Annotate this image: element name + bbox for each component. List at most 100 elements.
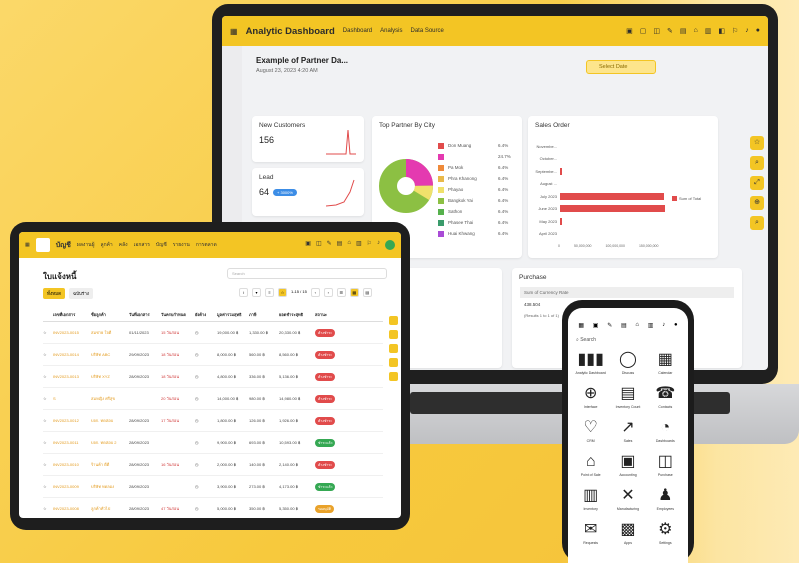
expand-icon[interactable]: ⤢	[750, 176, 764, 190]
table-row[interactable]: ☆ INV2023-0013 บริษัท XYZ 28/09/2023 18 วันก…	[43, 366, 383, 388]
toolbar-icon[interactable]: ▤	[621, 322, 627, 329]
toolbar-icon[interactable]: ◫	[316, 240, 322, 250]
search-icon: ⌕	[576, 337, 579, 343]
apps-grid-icon[interactable]: ▦	[578, 322, 584, 329]
nav-item[interactable]: ผลงานผู้	[77, 241, 95, 249]
kpi-card-new-customers[interactable]: New Customers 156	[252, 116, 364, 162]
app-tile[interactable]: ☎ Contacts	[647, 385, 684, 409]
bell-icon[interactable]: ♪	[745, 27, 749, 35]
kanban-view-icon[interactable]: ▦	[349, 288, 359, 297]
filter-icon[interactable]: ▾	[252, 288, 261, 297]
toolbar-icon[interactable]: ▣	[305, 240, 311, 250]
nav-item[interactable]: บัญชี	[156, 241, 167, 249]
nav-data-source[interactable]: Data Source	[410, 28, 443, 34]
sort-icon[interactable]: ↕	[239, 288, 248, 297]
toolbar-icon[interactable]: ▤	[680, 27, 687, 35]
kpi-card-lead[interactable]: Lead 64 + 3000%	[252, 168, 364, 216]
toolbar-icon[interactable]: ▣	[626, 27, 633, 35]
table-row[interactable]: ☆ INV2023-0008 ลูกค้าทั่วไป 28/09/2023 47 วั…	[43, 498, 383, 518]
app-tile[interactable]: ♡ CRM	[572, 419, 609, 443]
table-row[interactable]: ☆ INV2023-0012 บจก. ทดสอบ 28/09/2023 17 วันก…	[43, 410, 383, 432]
toolbar-icon[interactable]: ✎	[327, 240, 332, 250]
toolbar-icon[interactable]: ⚐	[732, 27, 738, 35]
app-tile[interactable]: ◯ Discuss	[609, 351, 646, 375]
toolbar-icon[interactable]: ✎	[667, 27, 673, 35]
toolbar-icon[interactable]: ▥	[356, 240, 362, 250]
side-tool-icon[interactable]	[389, 372, 398, 381]
calendar-view-icon[interactable]: ▤	[362, 288, 372, 297]
toolbar-icon[interactable]: ⌂	[347, 240, 351, 250]
filter-draft[interactable]: ฉบับร่าง	[69, 288, 93, 299]
list-view-icon[interactable]: ☰	[336, 288, 346, 297]
nav-dashboard[interactable]: Dashboard	[343, 28, 372, 34]
app-tile[interactable]: ◫ Purchase	[647, 453, 684, 477]
app-tile[interactable]: ⊕ Interface	[572, 385, 609, 409]
app-tile[interactable]: ◔ Dashboards	[647, 419, 684, 443]
toolbar-icon[interactable]: ▥	[648, 322, 654, 329]
side-tool-icon[interactable]	[389, 330, 398, 339]
table-row[interactable]: ☆ INV2023-0015 สมชาย ใจดี 01/11/2023 15 วันก…	[43, 322, 383, 344]
apps-grid-icon[interactable]: ▦	[25, 242, 30, 248]
app-tile[interactable]: ▩ Apps	[609, 521, 646, 545]
nav-item[interactable]: รายงาน	[173, 241, 190, 249]
bell-icon[interactable]: ♪	[377, 240, 380, 250]
toolbar-icon[interactable]: ▣	[593, 322, 599, 329]
zoom-icon[interactable]: ⊕	[750, 196, 764, 210]
app-tile[interactable]: ✕ Manufacturing	[609, 487, 646, 511]
nav-analysis[interactable]: Analysis	[380, 28, 402, 34]
avatar[interactable]: ●	[756, 27, 760, 35]
avatar[interactable]: ●	[674, 322, 678, 329]
nav-item[interactable]: คลัง	[119, 241, 128, 249]
group-icon[interactable]: ≡	[265, 288, 274, 297]
app-tile[interactable]: ▦ Calendar	[647, 351, 684, 375]
app-tile[interactable]: ⌂ Point of Sale	[572, 453, 609, 477]
table-row[interactable]: ☆ S สมหญิง ศรีสุข 20 วันก่อน ◷ 14,000.00 ฿ 980…	[43, 388, 383, 410]
select-date-button[interactable]: Select Date	[586, 60, 656, 74]
toolbar-icon[interactable]: ▥	[705, 27, 712, 35]
app-tile[interactable]: ▥ Inventory	[572, 487, 609, 511]
app-tile[interactable]: ▣ Accounting	[609, 453, 646, 477]
app-icon: ✕	[621, 487, 635, 504]
app-tile[interactable]: ↗ Sales	[609, 419, 646, 443]
app-tile[interactable]: ▤ Inventory Count	[609, 385, 646, 409]
table-row[interactable]: ☆ INV2023-0010 ร้านค้า ดีดี 28/09/2023 16 วั…	[43, 454, 383, 476]
filter-icon[interactable]: ⌕	[750, 216, 764, 230]
toolbar-icon[interactable]: ⚐	[367, 240, 372, 250]
app-tile[interactable]: ✉ Requests	[572, 521, 609, 545]
app-tile[interactable]: ⚙ Settings	[647, 521, 684, 545]
toolbar-icon[interactable]: ⌂	[694, 27, 698, 35]
search-icon[interactable]: ⌕	[750, 156, 764, 170]
prev-page-icon[interactable]: ‹	[310, 288, 320, 297]
favorite-icon[interactable]: ☆	[278, 288, 287, 297]
toolbar-icon[interactable]: ▢	[640, 27, 647, 35]
sales-order-card[interactable]: Sales Order Novembe... October... Septem…	[528, 116, 718, 258]
apps-grid-icon[interactable]: ▦	[230, 27, 238, 36]
bar-row: October...	[539, 156, 557, 162]
table-row[interactable]: ☆ INV2023-0011 บจก. ทดสอบ 2 28/09/2023 ◷ 9,90…	[43, 432, 383, 454]
star-icon[interactable]: ☆	[750, 136, 764, 150]
toolbar-icon[interactable]: ⌂	[635, 322, 639, 329]
search-input[interactable]: Search	[227, 268, 387, 279]
nav-item[interactable]: ลูกค้า	[101, 241, 113, 249]
bell-icon[interactable]: ♪	[662, 322, 665, 329]
toolbar-icon[interactable]: ◧	[718, 27, 725, 35]
avatar[interactable]	[385, 240, 395, 250]
app-tile[interactable]: ♟ Employees	[647, 487, 684, 511]
app-icon: ▦	[657, 351, 673, 368]
side-tool-icon[interactable]	[389, 316, 398, 325]
table-row[interactable]: ☆ INV2023-0014 บริษัท ABC 29/09/2023 18 วันก…	[43, 344, 383, 366]
bar-row: July 2023	[532, 190, 665, 203]
side-tool-icon[interactable]	[389, 358, 398, 367]
toolbar-icon[interactable]: ◫	[653, 27, 660, 35]
table-row[interactable]: ☆ INV2023-0009 บริษัท ทดลอง 28/09/2023 ◷ 3,90…	[43, 476, 383, 498]
toolbar-icon[interactable]: ▤	[337, 240, 343, 250]
filter-all[interactable]: ทั้งหมด	[43, 288, 66, 299]
toolbar-icon[interactable]: ✎	[607, 322, 612, 329]
page-header: Example of Partner Da... August 23, 2023…	[256, 56, 736, 96]
next-page-icon[interactable]: ›	[323, 288, 333, 297]
phone-search[interactable]: ⌕ Search	[568, 329, 688, 347]
side-tool-icon[interactable]	[389, 344, 398, 353]
app-tile[interactable]: ▮▮▮ Analytic Dashboard	[572, 351, 609, 375]
nav-item[interactable]: การตลาด	[196, 241, 217, 249]
nav-item[interactable]: เอกสาร	[134, 241, 150, 249]
